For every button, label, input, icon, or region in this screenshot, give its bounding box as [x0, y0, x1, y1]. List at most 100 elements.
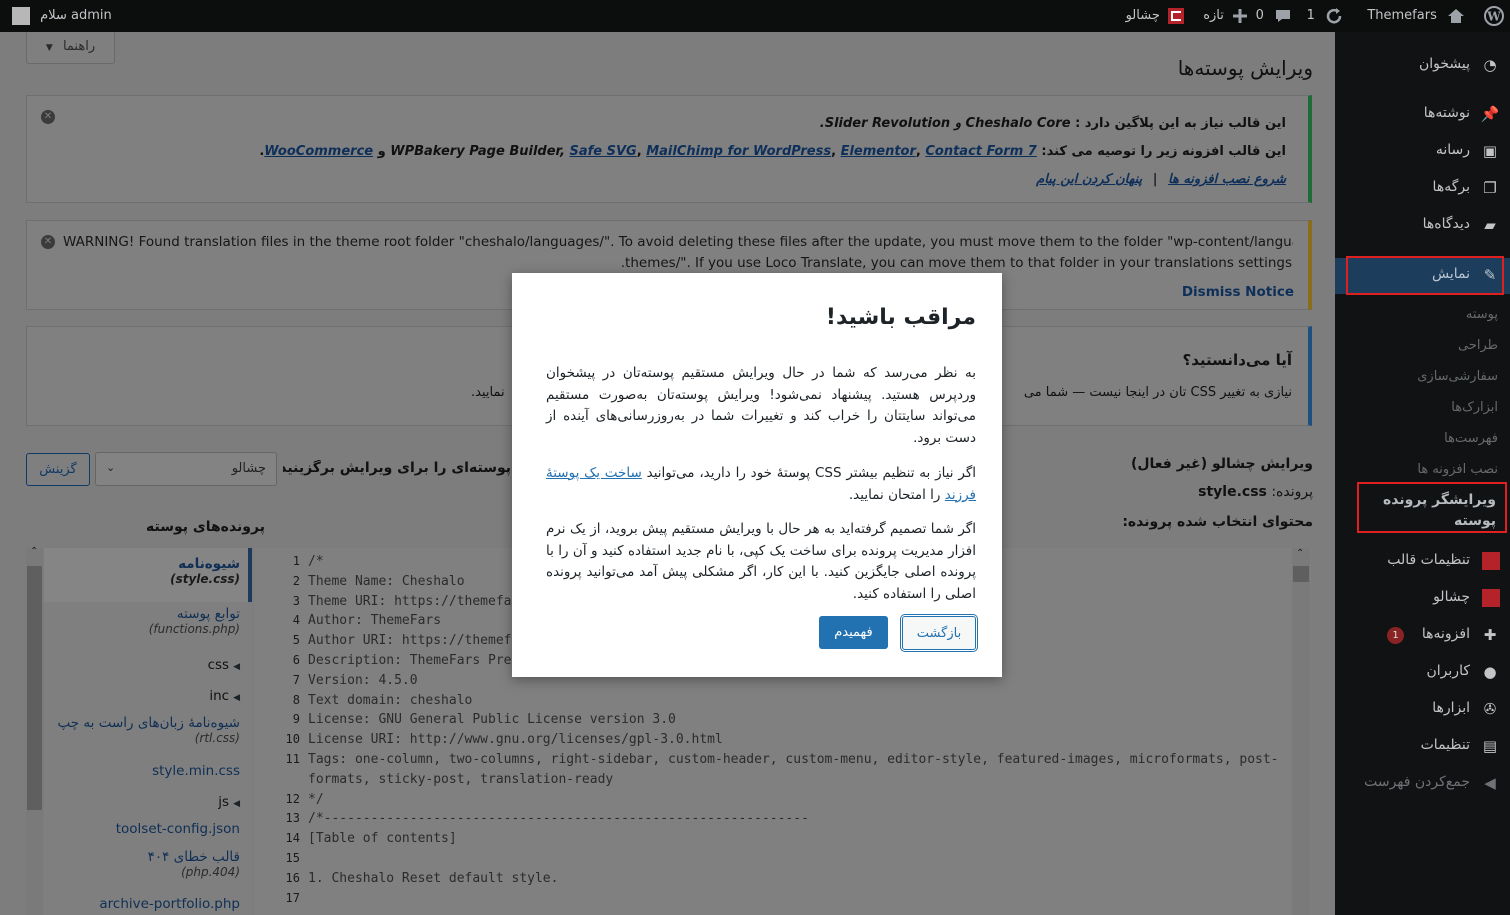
notice-actions: شروع نصب افزونه ها | پنهان کردن این پیام [1036, 172, 1286, 187]
comment-bubble-icon [1276, 9, 1290, 22]
line-number: 9 [292, 712, 300, 727]
file-name: style.min.css [152, 763, 240, 779]
folder-caret-icon: ◀ [233, 693, 240, 703]
file-name: archive-portfolio.php [99, 896, 240, 912]
plugin-link[interactable]: WooCommerce [264, 144, 373, 159]
sidebar-item-theme-settings[interactable]: تنظیمات قالب [1335, 544, 1510, 578]
line-number: 14 [285, 831, 300, 846]
file-item[interactable]: toolset-config.json [44, 821, 240, 837]
updates-link[interactable]: 1 [1307, 0, 1343, 32]
sidebar-item-dashboard[interactable]: ◔ پیشخوان [1335, 48, 1510, 82]
close-icon[interactable]: ✕ [41, 110, 55, 124]
sidebar-item-label: برگه‌ها [1432, 179, 1470, 195]
code-line[interactable]: Theme Name: Cheshalo [308, 574, 465, 589]
help-button[interactable]: راهنما ▼ [26, 32, 115, 64]
cheshalo-logo-icon [1168, 7, 1184, 24]
dismiss-message-link[interactable]: پنهان کردن این پیام [1036, 172, 1142, 187]
code-line[interactable]: */ [308, 792, 324, 807]
sidebar-item-comments[interactable]: ▰ دیدگاه‌ها [1335, 208, 1510, 242]
wordpress-logo-icon[interactable]: W [1484, 0, 1504, 32]
line-number: 13 [285, 811, 300, 826]
warning-dialog: مراقب باشید! به نظر می‌رسد که شما در حال… [512, 273, 1002, 677]
file-name: شیوه‌نامهٔ زبان‌های راست به چپ [57, 715, 240, 731]
submenu-item[interactable]: پوسته [1466, 307, 1498, 322]
code-line[interactable]: /* [308, 554, 324, 569]
required-plugins-line: این قالب نیاز به این پلاگین دارد : Chesh… [819, 116, 1286, 131]
plugin-link[interactable]: Elementor [841, 144, 916, 159]
code-line[interactable]: /*--------------------------------------… [308, 811, 809, 826]
sidebar-item-label: نوشته‌ها [1423, 105, 1470, 121]
code-line[interactable]: Description: ThemeFars Pre [308, 653, 512, 668]
line-number: 16 [285, 870, 300, 885]
sidebar-item-label: پیشخوان [1418, 56, 1470, 72]
sidebar-item-collapse[interactable]: ◀ جمع‌کردن فهرست [1335, 766, 1510, 800]
code-line[interactable]: License: GNU General Public License vers… [308, 712, 676, 727]
submenu-item[interactable]: ابزارک‌ها [1451, 400, 1498, 415]
sidebar-item-pages[interactable]: ❐ برگه‌ها [1335, 171, 1510, 205]
file-item[interactable]: قالب خطای ۴۰۴ (php.404) [44, 849, 240, 879]
code-line[interactable]: Theme URI: https://themefa [308, 594, 512, 609]
site-home-link[interactable]: Themefars [1367, 0, 1465, 32]
folder-item[interactable]: ◀js [44, 794, 240, 810]
file-item[interactable]: شیوه‌نامهٔ زبان‌های راست به چپ (rtl.css) [44, 715, 240, 745]
folder-item[interactable]: ◀inc [44, 688, 240, 704]
close-icon[interactable]: ✕ [41, 235, 55, 249]
highlight-theme-editor [1357, 482, 1507, 533]
submenu-item[interactable]: فهرست‌ها [1444, 431, 1498, 446]
plugin-link[interactable]: MailChimp for WordPress [646, 144, 831, 159]
sidebar-item-media[interactable]: ▣ رسانه [1335, 134, 1510, 168]
code-line[interactable]: formats, sticky-post, translation-ready [308, 772, 613, 787]
comments-link[interactable]: 0 [1256, 0, 1292, 32]
code-line[interactable]: License URI: http://www.gnu.org/licenses… [308, 732, 723, 747]
folder-item[interactable]: ◀css [44, 657, 240, 673]
sidebar-item-plugins[interactable]: ✚ افزونه‌ها 1 [1335, 618, 1510, 652]
line-number: 8 [292, 692, 300, 707]
admin-sidebar: ◔ پیشخوان 📌 نوشته‌ها ▣ رسانه ❐ برگه‌ها ▰ دیدگاه‌ه… [1327, 32, 1510, 915]
theme-select[interactable]: چشالو ⌄ [95, 452, 277, 486]
editor-scrollbar[interactable]: ⌃ [1292, 548, 1310, 915]
back-button[interactable]: بازگشت [902, 616, 976, 650]
my-account-link[interactable]: سلام admin [12, 0, 112, 32]
sidebar-item-users[interactable]: ● کاربران [1335, 655, 1510, 689]
line-number: 10 [285, 732, 300, 747]
code-line[interactable]: 1. Cheshalo Reset default style. [308, 871, 558, 886]
sidebar-item-tools[interactable]: ✇ ابزارها [1335, 692, 1510, 726]
code-line[interactable]: Author URI: https://themef [308, 633, 512, 648]
theme-menu-link[interactable]: چشالو [1126, 0, 1184, 32]
submenu-item[interactable]: نصب افزونه ها [1417, 462, 1498, 477]
file-name: قالب خطای ۴۰۴ [147, 849, 240, 865]
select-theme-button[interactable]: گزینش [26, 453, 90, 486]
i-understand-button[interactable]: فهمیدم [819, 616, 888, 649]
submenu-item[interactable]: طراحی [1458, 338, 1498, 353]
file-item[interactable]: archive-portfolio.php [44, 896, 240, 912]
page-title: ویرایش پوسته‌ها [1177, 56, 1313, 80]
line-number: 1 [292, 554, 300, 568]
code-line[interactable]: Author: ThemeFars [308, 613, 441, 628]
sidebar-item-cheshalo[interactable]: چشالو [1335, 581, 1510, 615]
sidebar-item-settings[interactable]: ▤ تنظیمات [1335, 729, 1510, 763]
code-line[interactable]: Version: 4.5.0 [308, 673, 418, 688]
file-item[interactable]: شیوه‌نامه (style.css) [44, 556, 240, 586]
dismiss-notice-link[interactable]: Dismiss Notice [1182, 284, 1294, 300]
plugin-link[interactable]: Safe SVG [570, 144, 637, 159]
edit-theme-heading: ویرایش چشالو (غیر فعال) [1130, 456, 1313, 472]
file-name: توابع پوسته [176, 606, 240, 622]
filelist-scrollbar[interactable]: ⌃ [26, 546, 43, 915]
select-theme-label: پوسته‌ای را برای ویرایش برگزینید: [283, 460, 511, 476]
file-name: toolset-config.json [115, 821, 240, 837]
install-plugins-link[interactable]: شروع نصب افزونه ها [1168, 172, 1286, 187]
sidebar-item-pin[interactable]: 📌 نوشته‌ها [1335, 97, 1510, 131]
warning-text-line-2: themes/". If you use Loco Translate, you… [620, 255, 1292, 271]
code-line[interactable]: Tags: one-column, two-columns, right-sid… [308, 752, 1279, 767]
code-line[interactable]: Text domain: cheshalo [308, 693, 472, 708]
code-line[interactable]: [Table of contents] [308, 831, 457, 846]
new-content-link[interactable]: تازه [1203, 0, 1248, 32]
current-file-name: style.css [1198, 484, 1267, 500]
greeting: سلام admin [40, 8, 112, 23]
plugin-link[interactable]: Contact Form 7 [925, 144, 1037, 159]
file-item[interactable]: توابع پوسته (functions.php) [44, 606, 240, 636]
submenu-item[interactable]: سفارشی‌سازی [1417, 369, 1498, 384]
current-file: پرونده: style.css [1198, 484, 1313, 500]
tools-icon: ✇ [1483, 700, 1497, 718]
file-item[interactable]: style.min.css [44, 763, 240, 779]
